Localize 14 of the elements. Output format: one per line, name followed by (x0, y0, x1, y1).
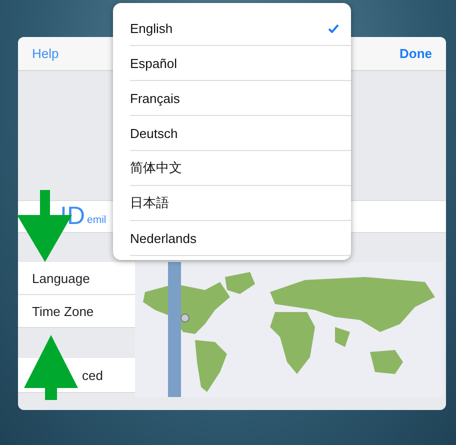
up-arrow (24, 335, 79, 401)
language-option[interactable]: Nederlands (130, 221, 351, 256)
world-map-drawing[interactable] (135, 262, 443, 397)
settings-row[interactable]: Time Zone (18, 295, 135, 328)
language-option[interactable]: Français (130, 81, 351, 116)
language-option[interactable]: 简体中文 (130, 151, 351, 186)
language-option[interactable]: English (130, 11, 351, 46)
language-option[interactable]: 日本語 (130, 186, 351, 221)
done-button[interactable]: Done (400, 46, 432, 61)
location-marker (180, 313, 190, 323)
settings-row[interactable]: Language (18, 262, 135, 295)
language-option[interactable]: Español (130, 46, 351, 81)
language-option[interactable]: Deutsch (130, 116, 351, 151)
account-name: emil (87, 214, 106, 226)
